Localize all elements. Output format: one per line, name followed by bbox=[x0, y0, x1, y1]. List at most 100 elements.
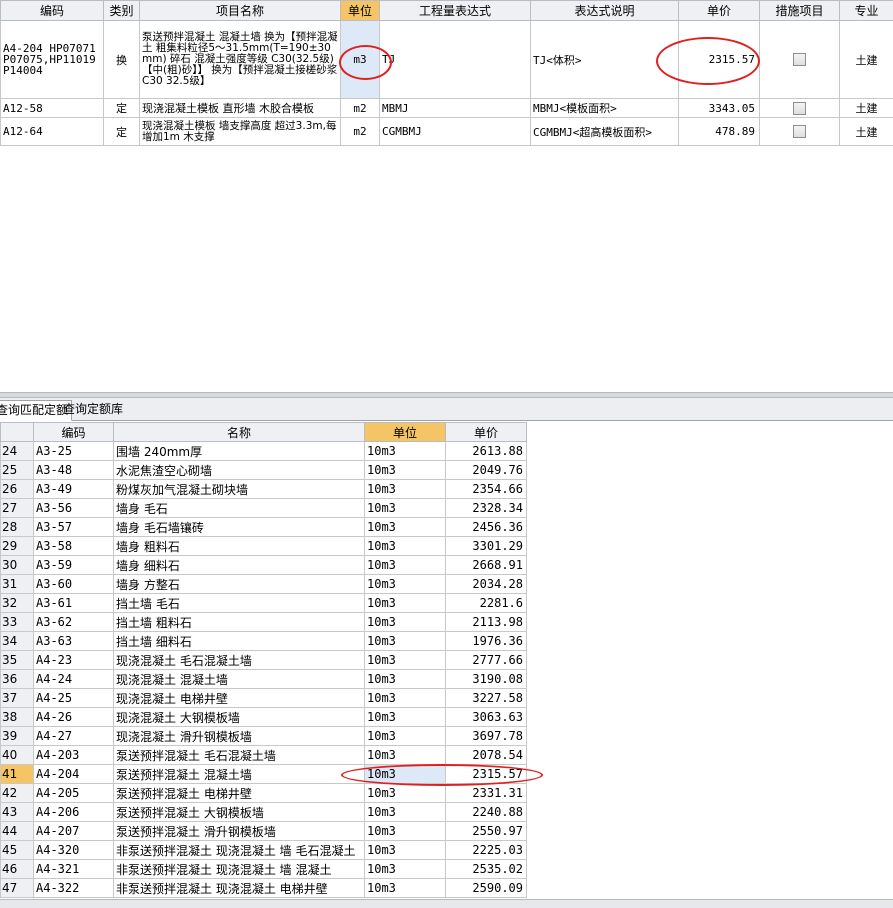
cell-name[interactable]: 墙身 毛石 bbox=[114, 499, 365, 518]
cell-type[interactable]: 定 bbox=[104, 118, 140, 146]
cell-type[interactable]: 换 bbox=[104, 21, 140, 99]
table-row[interactable]: 27A3-56墙身 毛石10m32328.34 bbox=[1, 499, 527, 518]
table-row[interactable]: 31A3-60墙身 方整石10m32034.28 bbox=[1, 575, 527, 594]
cell-unit[interactable]: 10m3 bbox=[365, 575, 446, 594]
table-row[interactable]: 36A4-24现浇混凝土 混凝土墙10m33190.08 bbox=[1, 670, 527, 689]
cell-name[interactable]: 墙身 粗料石 bbox=[114, 537, 365, 556]
cell-price[interactable]: 3343.05 bbox=[679, 99, 760, 118]
table-row[interactable]: 41A4-204泵送预拌混凝土 混凝土墙10m32315.57 bbox=[1, 765, 527, 784]
cell-code[interactable]: A3-58 bbox=[34, 537, 114, 556]
cell-code[interactable]: A4-24 bbox=[34, 670, 114, 689]
cell-unit[interactable]: 10m3 bbox=[365, 461, 446, 480]
cell-code[interactable]: A4-204 bbox=[34, 765, 114, 784]
cell-major[interactable]: 土建 bbox=[840, 99, 893, 118]
cell-name[interactable]: 现浇混凝土模板 直形墙 木胶合模板 bbox=[140, 99, 341, 118]
cell-price[interactable]: 1976.36 bbox=[446, 632, 527, 651]
cell-price[interactable]: 2315.57 bbox=[679, 21, 760, 99]
cell-code[interactable]: A4-204 HP07071 P07075,HP11019 P14004 bbox=[1, 21, 104, 99]
cell-code[interactable]: A4-322 bbox=[34, 879, 114, 898]
col-header-measure[interactable]: 措施项目 bbox=[760, 1, 840, 21]
cell-desc[interactable]: TJ<体积> bbox=[531, 21, 679, 99]
cell-unit[interactable]: 10m3 bbox=[365, 689, 446, 708]
cell-name[interactable]: 泵送预拌混凝土 电梯井壁 bbox=[114, 784, 365, 803]
table-row[interactable]: 30A3-59墙身 细料石10m32668.91 bbox=[1, 556, 527, 575]
cell-code[interactable]: A3-62 bbox=[34, 613, 114, 632]
cell-name[interactable]: 现浇混凝土 大钢模板墙 bbox=[114, 708, 365, 727]
table-row[interactable]: 28A3-57墙身 毛石墙镶砖10m32456.36 bbox=[1, 518, 527, 537]
cell-price[interactable]: 3301.29 bbox=[446, 537, 527, 556]
cell-unit[interactable]: m3 bbox=[341, 21, 380, 99]
cell-expr[interactable]: MBMJ bbox=[380, 99, 531, 118]
cell-code[interactable]: A3-61 bbox=[34, 594, 114, 613]
table-row[interactable]: 46A4-321非泵送预拌混凝土 现浇混凝土 墙 混凝土10m32535.02 bbox=[1, 860, 527, 879]
table-row[interactable]: 25A3-48水泥焦渣空心砌墙10m32049.76 bbox=[1, 461, 527, 480]
cell-expr[interactable]: CGMBMJ bbox=[380, 118, 531, 146]
col-header-expr[interactable]: 工程量表达式 bbox=[380, 1, 531, 21]
cell-desc[interactable]: MBMJ<模板面积> bbox=[531, 99, 679, 118]
cell-price[interactable]: 2315.57 bbox=[446, 765, 527, 784]
table-row[interactable]: 35A4-23现浇混凝土 毛石混凝土墙10m32777.66 bbox=[1, 651, 527, 670]
cell-name[interactable]: 墙身 方整石 bbox=[114, 575, 365, 594]
cell-code[interactable]: A4-206 bbox=[34, 803, 114, 822]
cell-price[interactable]: 2354.66 bbox=[446, 480, 527, 499]
cell-price[interactable]: 2613.88 bbox=[446, 442, 527, 461]
tab-query-quota-library[interactable]: 查询定额库 bbox=[60, 400, 126, 419]
cell-name[interactable]: 水泥焦渣空心砌墙 bbox=[114, 461, 365, 480]
cell-unit[interactable]: 10m3 bbox=[365, 480, 446, 499]
cell-code[interactable]: A4-207 bbox=[34, 822, 114, 841]
cell-code[interactable]: A3-63 bbox=[34, 632, 114, 651]
cell-name[interactable]: 围墙 240mm厚 bbox=[114, 442, 365, 461]
cell-unit[interactable]: 10m3 bbox=[365, 803, 446, 822]
cell-name[interactable]: 泵送预拌混凝土 混凝土墙 bbox=[114, 765, 365, 784]
cell-code[interactable]: A4-23 bbox=[34, 651, 114, 670]
quota-library-grid[interactable]: 编码 名称 单位 单价 24A3-25围墙 240mm厚10m32613.882… bbox=[0, 422, 527, 898]
table-row[interactable]: 42A4-205泵送预拌混凝土 电梯井壁10m32331.31 bbox=[1, 784, 527, 803]
cell-name[interactable]: 非泵送预拌混凝土 现浇混凝土 电梯井壁 bbox=[114, 879, 365, 898]
table-row[interactable]: 45A4-320非泵送预拌混凝土 现浇混凝土 墙 毛石混凝土10m32225.0… bbox=[1, 841, 527, 860]
cell-name[interactable]: 现浇混凝土 电梯井壁 bbox=[114, 689, 365, 708]
quota-list-grid[interactable]: 编码 类别 项目名称 单位 工程量表达式 表达式说明 单价 措施项目 专业 A4… bbox=[0, 0, 893, 146]
cell-unit[interactable]: 10m3 bbox=[365, 841, 446, 860]
cell-unit[interactable]: 10m3 bbox=[365, 708, 446, 727]
table-row[interactable]: 47A4-322非泵送预拌混凝土 现浇混凝土 电梯井壁10m32590.09 bbox=[1, 879, 527, 898]
cell-price[interactable]: 2456.36 bbox=[446, 518, 527, 537]
cell-code[interactable]: A4-321 bbox=[34, 860, 114, 879]
table-row[interactable]: A12-64 定 现浇混凝土模板 墙支撑高度 超过3.3m,每增加1m 木支撑 … bbox=[1, 118, 893, 146]
table-row[interactable]: 24A3-25围墙 240mm厚10m32613.88 bbox=[1, 442, 527, 461]
cell-code[interactable]: A3-57 bbox=[34, 518, 114, 537]
cell-measure[interactable] bbox=[760, 21, 840, 99]
cell-measure[interactable] bbox=[760, 118, 840, 146]
cell-price[interactable]: 2535.02 bbox=[446, 860, 527, 879]
cell-code[interactable]: A4-27 bbox=[34, 727, 114, 746]
table-row[interactable]: 38A4-26现浇混凝土 大钢模板墙10m33063.63 bbox=[1, 708, 527, 727]
cell-unit[interactable]: 10m3 bbox=[365, 860, 446, 879]
cell-name[interactable]: 挡土墙 毛石 bbox=[114, 594, 365, 613]
cell-name[interactable]: 现浇混凝土 毛石混凝土墙 bbox=[114, 651, 365, 670]
cell-name[interactable]: 泵送预拌混凝土 混凝土墙 换为【预拌混凝土 粗集料粒径5～31.5mm(T=19… bbox=[140, 21, 341, 99]
col-header-code[interactable]: 编码 bbox=[1, 1, 104, 21]
cell-code[interactable]: A3-60 bbox=[34, 575, 114, 594]
cell-price[interactable]: 2281.6 bbox=[446, 594, 527, 613]
cell-price[interactable]: 2328.34 bbox=[446, 499, 527, 518]
cell-name[interactable]: 非泵送预拌混凝土 现浇混凝土 墙 混凝土 bbox=[114, 860, 365, 879]
cell-major[interactable]: 土建 bbox=[840, 118, 893, 146]
cell-expr[interactable]: TJ bbox=[380, 21, 531, 99]
cell-unit[interactable]: 10m3 bbox=[365, 727, 446, 746]
cell-unit[interactable]: 10m3 bbox=[365, 651, 446, 670]
cell-unit[interactable]: 10m3 bbox=[365, 499, 446, 518]
cell-name[interactable]: 墙身 毛石墙镶砖 bbox=[114, 518, 365, 537]
col-header-name[interactable]: 名称 bbox=[114, 423, 365, 442]
cell-price[interactable]: 2078.54 bbox=[446, 746, 527, 765]
cell-unit[interactable]: 10m3 bbox=[365, 594, 446, 613]
table-row[interactable]: 34A3-63挡土墙 细料石10m31976.36 bbox=[1, 632, 527, 651]
cell-code[interactable]: A3-56 bbox=[34, 499, 114, 518]
cell-price[interactable]: 3697.78 bbox=[446, 727, 527, 746]
measure-checkbox[interactable] bbox=[793, 53, 806, 66]
table-row[interactable]: A12-58 定 现浇混凝土模板 直形墙 木胶合模板 m2 MBMJ MBMJ<… bbox=[1, 99, 893, 118]
cell-price[interactable]: 2668.91 bbox=[446, 556, 527, 575]
table-row[interactable]: 29A3-58墙身 粗料石10m33301.29 bbox=[1, 537, 527, 556]
cell-price[interactable]: 2113.98 bbox=[446, 613, 527, 632]
cell-unit[interactable]: m2 bbox=[341, 99, 380, 118]
table-row[interactable]: 26A3-49粉煤灰加气混凝土砌块墙10m32354.66 bbox=[1, 480, 527, 499]
cell-name[interactable]: 挡土墙 细料石 bbox=[114, 632, 365, 651]
